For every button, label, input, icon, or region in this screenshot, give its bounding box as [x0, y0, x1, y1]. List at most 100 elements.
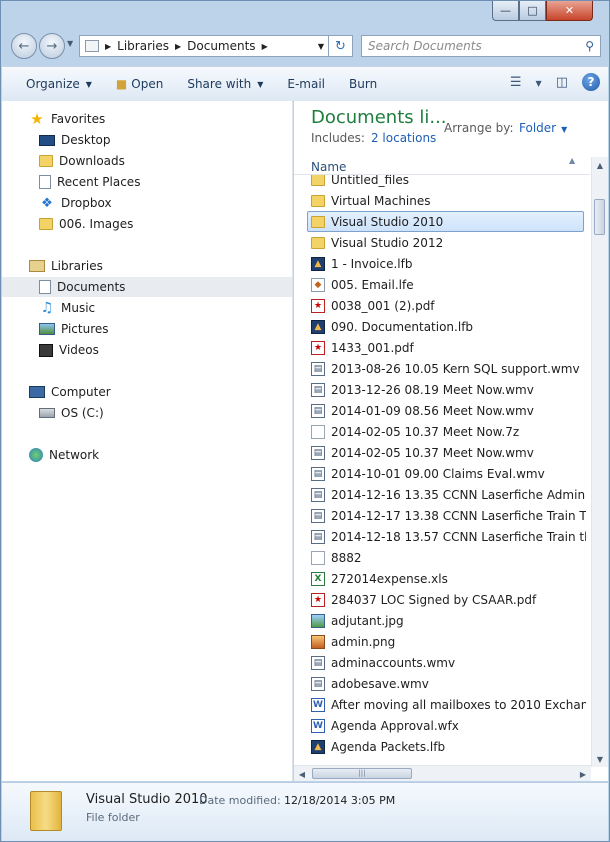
nav-os-drive[interactable]: OS (C:) — [2, 403, 292, 423]
list-item[interactable]: ▤ adminaccounts.wmv — [294, 652, 586, 673]
email-button[interactable]: E-mail — [275, 67, 337, 101]
downloads-folder-icon — [39, 155, 53, 167]
scroll-down-icon[interactable]: ▼ — [592, 751, 608, 767]
change-view-button[interactable]: ☰ — [510, 75, 522, 90]
sort-ascending-icon: ▲ — [569, 156, 576, 165]
folder-icon — [39, 218, 53, 230]
nav-desktop[interactable]: Desktop — [2, 130, 292, 150]
minimize-button[interactable]: — — [492, 1, 519, 21]
nav-dropbox[interactable]: ❖ Dropbox — [2, 193, 292, 213]
organize-button[interactable]: Organize ▼ — [14, 67, 104, 101]
locations-link[interactable]: 2 locations — [371, 131, 436, 145]
network-icon — [29, 448, 43, 462]
nav-documents[interactable]: Documents — [2, 277, 292, 297]
horizontal-scrollbar[interactable]: ◀ ||| ▶ — [294, 765, 591, 781]
lfb-file-icon: ▲ — [311, 739, 325, 754]
preview-pane-button[interactable]: ◫ — [556, 75, 568, 90]
list-item[interactable]: ▤ 2014-01-09 08.56 Meet Now.wmv — [294, 400, 586, 421]
scroll-left-icon[interactable]: ◀ — [294, 766, 310, 781]
chevron-right-icon[interactable]: ▶ — [175, 42, 181, 51]
file-name: adminaccounts.wmv — [331, 655, 456, 670]
close-button[interactable]: ✕ — [546, 1, 593, 21]
list-item[interactable]: ◆ 005. Email.lfe — [294, 274, 586, 295]
scroll-right-icon[interactable]: ▶ — [575, 766, 591, 781]
list-item[interactable]: ▲ 1 - Invoice.lfb — [294, 253, 586, 274]
chevron-right-icon[interactable]: ▶ — [262, 42, 268, 51]
nav-recent-places[interactable]: Recent Places — [2, 172, 292, 192]
list-item[interactable]: Untitled_files — [294, 175, 586, 190]
list-item[interactable]: ▤ adobesave.wmv — [294, 673, 586, 694]
share-with-button[interactable]: Share with ▼ — [175, 67, 275, 101]
list-item[interactable]: W Agenda Approval.wfx — [294, 715, 586, 736]
search-box[interactable]: Search Documents ⚲ — [361, 35, 601, 57]
list-item[interactable]: W After moving all mailboxes to 2010 Exch… — [294, 694, 586, 715]
file-name: 8882 — [331, 550, 362, 565]
search-icon[interactable]: ⚲ — [585, 39, 594, 53]
refresh-button[interactable]: ↻ — [329, 35, 353, 57]
file-name: Visual Studio 2012 — [331, 235, 444, 250]
list-item[interactable]: Virtual Machines — [294, 190, 586, 211]
file-name: 2014-02-05 10.37 Meet Now.wmv — [331, 445, 534, 460]
breadcrumb-documents[interactable]: Documents — [187, 39, 255, 53]
list-item[interactable]: adjutant.jpg — [294, 610, 586, 631]
more-views-button[interactable]: ▼ — [536, 75, 542, 90]
nav-computer[interactable]: Computer — [2, 382, 292, 402]
list-item[interactable]: ▤ 2014-10-01 09.00 Claims Eval.wmv — [294, 463, 586, 484]
nav-pictures[interactable]: Pictures — [2, 319, 292, 339]
list-item[interactable]: 8882 — [294, 547, 586, 568]
nav-images[interactable]: 006. Images — [2, 214, 292, 234]
nav-videos[interactable]: Videos — [2, 340, 292, 360]
burn-button[interactable]: Burn — [337, 67, 389, 101]
file-name: 2014-12-18 13.57 CCNN Laserfiche Train t… — [331, 529, 586, 544]
nav-libraries-label: Libraries — [51, 259, 103, 273]
wmv-file-icon: ▤ — [311, 529, 325, 544]
list-item[interactable]: admin.png — [294, 631, 586, 652]
nav-network[interactable]: Network — [2, 445, 292, 465]
pictures-icon — [39, 323, 55, 335]
documents-icon — [39, 280, 51, 294]
list-item[interactable]: ▤ 2013-12-26 08.19 Meet Now.wmv — [294, 379, 586, 400]
breadcrumb-libraries[interactable]: Libraries — [117, 39, 169, 53]
content-pane: Documents li... Includes: 2 locations Arr… — [294, 101, 608, 781]
scroll-up-icon[interactable]: ▲ — [592, 157, 608, 173]
list-item[interactable]: ▤ 2014-12-16 13.35 CCNN Laserfiche Admini… — [294, 484, 586, 505]
help-button[interactable]: ? — [582, 73, 600, 91]
list-item[interactable]: X 272014expense.xls — [294, 568, 586, 589]
chevron-right-icon[interactable]: ▶ — [105, 42, 111, 51]
search-input[interactable]: Search Documents — [368, 39, 482, 53]
address-bar[interactable]: ▶ Libraries ▶ Documents ▶ ▼ — [79, 35, 329, 57]
column-header-name[interactable]: Name ▲ — [294, 156, 590, 175]
forward-button[interactable]: → — [39, 33, 65, 59]
file-name: 272014expense.xls — [331, 571, 448, 586]
vertical-scroll-thumb[interactable] — [594, 199, 605, 235]
list-item[interactable]: ▤ 2014-12-17 13.38 CCNN Laserfiche Train … — [294, 505, 586, 526]
list-item[interactable]: Visual Studio 2010 — [307, 211, 584, 232]
back-button[interactable]: ← — [11, 33, 37, 59]
maximize-button[interactable]: □ — [519, 1, 546, 21]
arrange-by-dropdown[interactable]: Folder ▼ — [519, 121, 567, 135]
list-item[interactable]: ★ 284037 LOC Signed by CSAAR.pdf — [294, 589, 586, 610]
list-item[interactable]: ▤ 2014-12-18 13.57 CCNN Laserfiche Train … — [294, 526, 586, 547]
list-item[interactable]: ▤ 2013-08-26 10.05 Kern SQL support.wmv — [294, 358, 586, 379]
open-button[interactable]: ■ Open — [104, 67, 175, 101]
list-item[interactable]: ★ 1433_001.pdf — [294, 337, 586, 358]
list-item[interactable]: ★ 0038_001 (2).pdf — [294, 295, 586, 316]
file-name: 284037 LOC Signed by CSAAR.pdf — [331, 592, 537, 607]
list-item[interactable]: Visual Studio 2012 — [294, 232, 586, 253]
recent-pages-button[interactable]: ▼ — [67, 39, 73, 48]
nav-libraries[interactable]: Libraries — [2, 256, 292, 276]
arrow-right-icon: → — [46, 38, 58, 54]
details-date-label: Date modified: — [199, 794, 281, 807]
nav-downloads[interactable]: Downloads — [2, 151, 292, 171]
minimize-icon: — — [500, 4, 511, 17]
nav-music[interactable]: ♫ Music — [2, 298, 292, 318]
horizontal-scroll-thumb[interactable]: ||| — [312, 768, 412, 779]
list-item[interactable]: ▲ 090. Documentation.lfb — [294, 316, 586, 337]
list-item[interactable]: ▲ Agenda Packets.lfb — [294, 736, 586, 757]
list-item[interactable]: 2014-02-05 10.37 Meet Now.7z — [294, 421, 586, 442]
list-item[interactable]: ▤ 2014-02-05 10.37 Meet Now.wmv — [294, 442, 586, 463]
details-pane: Visual Studio 2010 Date modified: 12/18/… — [2, 782, 608, 841]
vertical-scrollbar[interactable]: ▲ ▼ — [591, 157, 608, 767]
nav-favorites[interactable]: ★ Favorites — [2, 109, 292, 129]
address-dropdown-icon[interactable]: ▼ — [318, 42, 324, 51]
